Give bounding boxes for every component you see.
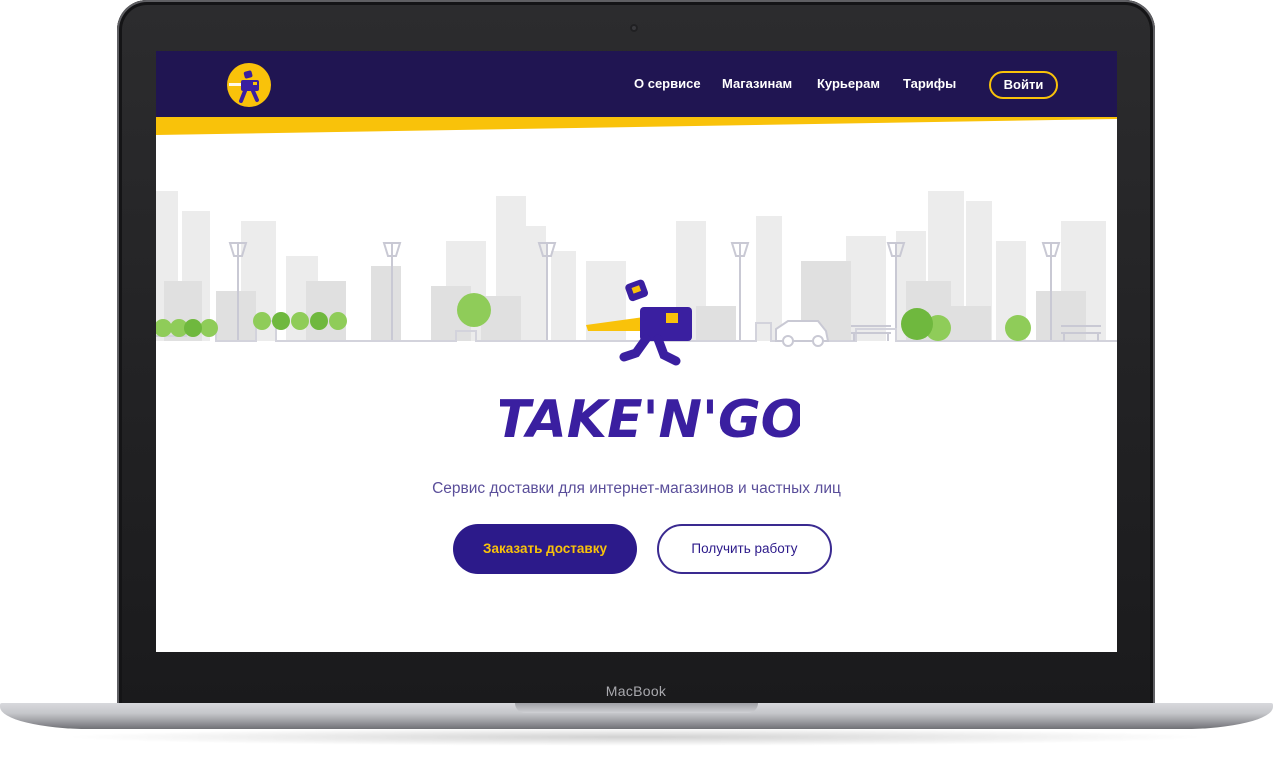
hero-tagline: Сервис доставки для интернет-магазинов и… bbox=[432, 480, 841, 497]
svg-text:TAKE'N'GO: TAKE'N'GO bbox=[500, 390, 800, 449]
nav-link-couriers[interactable]: Курьерам bbox=[817, 76, 880, 91]
courier-mascot-icon bbox=[586, 279, 692, 366]
browser-screen: О сервисе Магазинам Курьерам Тарифы Войт… bbox=[156, 51, 1117, 652]
nav-link-tariffs[interactable]: Тарифы bbox=[903, 76, 956, 91]
order-delivery-button[interactable]: Заказать доставку bbox=[453, 524, 637, 574]
nav-link-shops[interactable]: Магазинам bbox=[722, 76, 792, 91]
nav-link-about[interactable]: О сервисе bbox=[634, 76, 701, 91]
laptop-opening-notch bbox=[515, 703, 758, 713]
camera-icon bbox=[630, 24, 638, 32]
laptop-brand-label: MacBook bbox=[605, 683, 667, 699]
site-header: О сервисе Магазинам Курьерам Тарифы Войт… bbox=[156, 51, 1117, 117]
get-job-button[interactable]: Получить работу bbox=[657, 524, 832, 574]
laptop-shadow bbox=[60, 728, 1210, 746]
header-yellow-stripe bbox=[156, 117, 1117, 135]
brand-wordmark: TAKE'N'GO bbox=[500, 390, 800, 449]
courier-logo-icon[interactable] bbox=[227, 63, 271, 107]
login-button[interactable]: Войти bbox=[989, 71, 1058, 99]
